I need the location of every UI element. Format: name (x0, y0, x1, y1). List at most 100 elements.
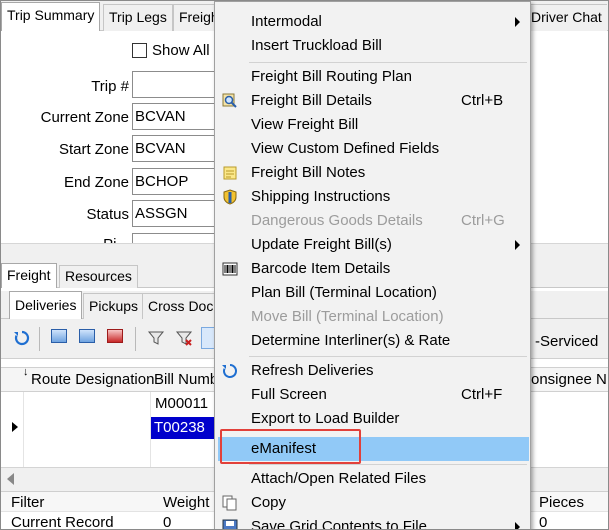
status-label: Status (86, 206, 129, 223)
menu-item-full-screen[interactable]: Full Screen Ctrl+F (215, 383, 530, 407)
current-zone-label: Current Zone (40, 109, 129, 126)
menu-item-freight-bill-routing-plan[interactable]: Freight Bill Routing Plan (215, 65, 530, 89)
start-zone-label: Start Zone (58, 141, 129, 158)
emanifest-callout (220, 429, 361, 464)
menu-item-label: Move Bill (Terminal Location) (251, 308, 444, 325)
current-record-weight: 0 (163, 514, 172, 530)
menu-item-label: Copy (251, 494, 287, 511)
trip-number-field[interactable] (132, 71, 222, 98)
menu-item-label: Update Freight Bill(s) (251, 236, 392, 253)
menu-item-view-freight-bill[interactable]: View Freight Bill (215, 113, 530, 137)
menu-item-label: Determine Interliner(s) & Rate (251, 332, 451, 349)
menu-item-label: Dangerous Goods Details (251, 212, 423, 229)
pieces-header: Pieces (539, 494, 585, 511)
scroll-left-icon[interactable] (7, 473, 14, 485)
save-icon (222, 519, 238, 529)
menu-item-plan-bill[interactable]: Plan Bill (Terminal Location) (215, 281, 530, 305)
menu-item-label: Export to Load Builder (251, 410, 400, 427)
submenu-arrow-icon (515, 522, 520, 529)
refresh-icon (222, 363, 238, 379)
menu-item-move-bill[interactable]: Move Bill (Terminal Location) (215, 305, 530, 329)
close-icon[interactable] (201, 327, 215, 349)
current-record-label: Current Record (11, 514, 114, 530)
tab-trip-legs[interactable]: Trip Legs (103, 4, 173, 31)
menu-item-label: Insert Truckload Bill (251, 37, 382, 54)
menu-item-label: Save Grid Contents to File (251, 518, 427, 530)
menu-item-export-to-load-builder[interactable]: Export to Load Builder (215, 407, 530, 431)
end-zone-label: End Zone (63, 174, 129, 191)
shield-icon (222, 189, 238, 205)
submenu-arrow-icon (515, 240, 520, 250)
sort-down-icon: ↓ (23, 366, 29, 378)
tab-driver-chat[interactable]: Driver Chat (525, 4, 607, 31)
menu-separator (249, 464, 527, 465)
column-bill-number[interactable]: Bill Numb (154, 371, 214, 388)
grid-edit-icon[interactable] (79, 329, 97, 347)
menu-item-freight-bill-details[interactable]: Freight Bill Details Ctrl+B (215, 89, 530, 113)
menu-item-attach-open-related-files[interactable]: Attach/Open Related Files (215, 467, 530, 491)
refresh-icon[interactable] (13, 329, 31, 347)
menu-item-shortcut: Ctrl+F (461, 386, 503, 403)
clear-filter-icon[interactable] (175, 329, 193, 347)
grid-view-icon[interactable] (51, 329, 69, 347)
status-field[interactable]: ASSGN (132, 200, 222, 227)
grid-delete-icon[interactable] (107, 329, 125, 347)
menu-item-insert-truckload-bill[interactable]: Insert Truckload Bill (215, 34, 530, 58)
menu-item-label: Attach/Open Related Files (251, 470, 427, 487)
filter-header: Filter (11, 494, 45, 511)
menu-item-label: Freight Bill Routing Plan (251, 68, 412, 85)
trip-number-label: Trip # (91, 78, 129, 95)
serviced-label: -Serviced (535, 333, 599, 350)
menu-item-view-custom-defined-fields[interactable]: View Custom Defined Fields (215, 137, 530, 161)
tab-pickups[interactable]: Pickups (83, 293, 145, 319)
menu-item-label: Refresh Deliveries (251, 362, 374, 379)
menu-item-label: Barcode Item Details (251, 260, 391, 277)
app-window: Trip Summary Trip Legs Freigh Driver Cha… (0, 0, 609, 530)
current-zone-field[interactable]: BCVAN (132, 103, 222, 130)
end-zone-field[interactable]: BCHOP (132, 168, 222, 195)
tab-cross-dock[interactable]: Cross Doc (142, 293, 218, 319)
column-consignee[interactable]: onsignee N (531, 371, 607, 388)
show-all-label: Show All (152, 42, 210, 59)
menu-item-shortcut: Ctrl+B (461, 92, 504, 109)
menu-item-update-freight-bills[interactable]: Update Freight Bill(s) (215, 233, 530, 257)
start-zone-field[interactable]: BCVAN (132, 135, 222, 162)
show-all-checkbox[interactable] (132, 43, 147, 58)
weight-header: Weight (163, 494, 210, 511)
bill-cell-selected[interactable]: T00238 (151, 417, 215, 439)
menu-item-label: Intermodal (251, 13, 322, 30)
current-record-pieces: 0 (539, 514, 548, 530)
copy-icon (222, 495, 238, 511)
menu-item-label: Freight Bill Notes (251, 164, 366, 181)
tab-trip-summary[interactable]: Trip Summary (1, 2, 101, 32)
menu-item-label: Full Screen (251, 386, 327, 403)
bill-cell[interactable]: M00011 (155, 395, 208, 412)
menu-item-label: Shipping Instructions (251, 188, 391, 205)
menu-separator (249, 356, 527, 357)
menu-item-determine-interliners[interactable]: Determine Interliner(s) & Rate (215, 329, 530, 353)
menu-item-label: Plan Bill (Terminal Location) (251, 284, 437, 301)
menu-item-freight-bill-notes[interactable]: Freight Bill Notes (215, 161, 530, 185)
current-row-indicator (12, 422, 18, 432)
barcode-icon (222, 261, 238, 277)
column-route-designation[interactable]: Route Designation (31, 371, 154, 388)
menu-item-shipping-instructions[interactable]: Shipping Instructions (215, 185, 530, 209)
menu-item-label: Freight Bill Details (251, 92, 372, 109)
tab-freight-panel[interactable]: Freight (1, 263, 57, 288)
menu-item-barcode-item-details[interactable]: Barcode Item Details (215, 257, 530, 281)
submenu-arrow-icon (515, 17, 520, 27)
menu-item-save-grid-contents[interactable]: Save Grid Contents to File (215, 515, 530, 530)
menu-item-intermodal[interactable]: Intermodal (215, 10, 530, 34)
notes-icon (222, 165, 238, 181)
magnifier-icon (222, 93, 238, 109)
tab-resources[interactable]: Resources (59, 265, 138, 288)
menu-item-copy[interactable]: Copy (215, 491, 530, 515)
menu-item-shortcut: Ctrl+G (461, 212, 505, 229)
tab-freight[interactable]: Freigh (173, 4, 218, 31)
menu-item-refresh-deliveries[interactable]: Refresh Deliveries (215, 359, 530, 383)
tab-deliveries[interactable]: Deliveries (9, 291, 83, 319)
menu-item-label: View Custom Defined Fields (251, 140, 440, 157)
filter-icon[interactable] (147, 329, 165, 347)
menu-separator (249, 62, 527, 63)
menu-item-dangerous-goods-details[interactable]: Dangerous Goods Details Ctrl+G (215, 209, 530, 233)
